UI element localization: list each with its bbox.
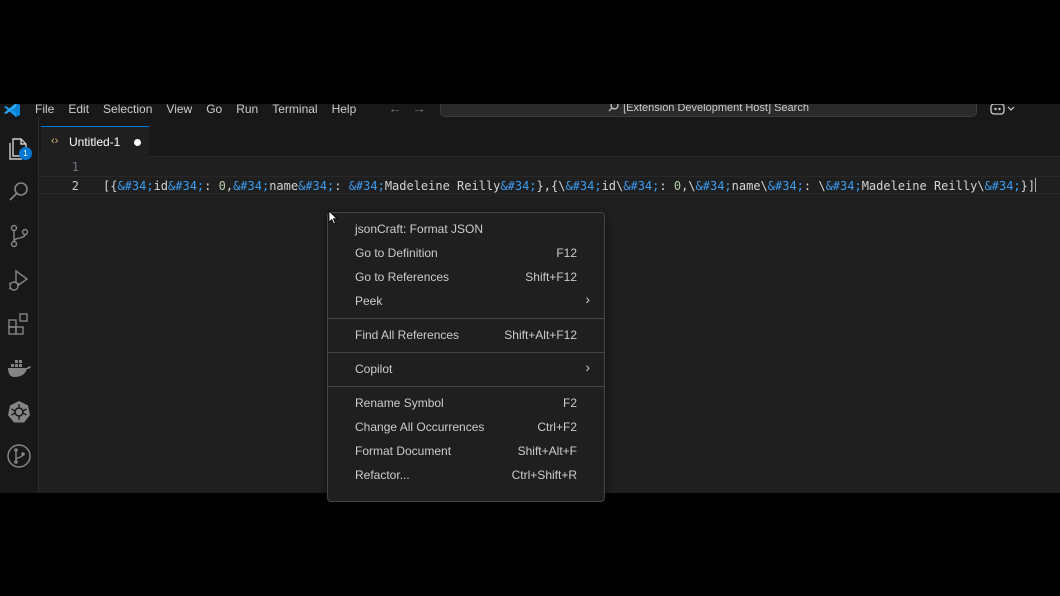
run-debug-icon[interactable] <box>6 267 32 293</box>
menu-item-shortcut: Shift+F12 <box>525 270 577 284</box>
search-label: [Extension Development Host] Search <box>623 104 809 114</box>
tab-untitled-1[interactable]: ‹› Untitled-1 <box>41 126 149 157</box>
json-file-icon: ‹› <box>51 135 59 147</box>
menu-run[interactable]: Run <box>229 104 265 117</box>
menu-item-peek[interactable]: Peek › <box>328 290 604 312</box>
arrow-right-icon[interactable]: → <box>412 104 426 116</box>
menu-item-label: Refactor... <box>355 468 410 482</box>
menu-bar: File Edit Selection View Go Run Terminal… <box>28 104 363 117</box>
menu-item-label: Go to References <box>355 270 450 284</box>
arrow-left-icon[interactable]: ← <box>388 104 402 116</box>
menu-item-label: jsonCraft: Format JSON <box>355 222 484 236</box>
menu-item-label: Rename Symbol <box>355 396 444 410</box>
menu-item-shortcut: Ctrl+Shift+R <box>511 468 577 482</box>
title-bar: File Edit Selection View Go Run Terminal… <box>0 104 1060 117</box>
menu-item-go-to-references[interactable]: Go to References Shift+F12 <box>328 266 604 288</box>
menu-separator <box>328 318 604 319</box>
vscode-logo-icon <box>4 104 20 117</box>
menu-item-shortcut: F12 <box>556 246 577 260</box>
menu-file[interactable]: File <box>28 104 61 117</box>
menu-item-label: Format Document <box>355 444 452 458</box>
menu-item-label: Change All Occurrences <box>355 420 485 434</box>
docker-icon[interactable] <box>6 355 32 381</box>
chevron-right-icon: › <box>585 291 590 307</box>
source-control-icon[interactable] <box>6 223 32 249</box>
menu-item-rename-symbol[interactable]: Rename Symbol F2 <box>328 392 604 414</box>
extensions-icon[interactable] <box>6 311 32 337</box>
menu-view[interactable]: View <box>159 104 199 117</box>
search-icon[interactable] <box>6 179 32 205</box>
code-line-2[interactable]: [{&#34;id&#34;: 0,&#34;name&#34;: &#34;M… <box>103 177 1037 195</box>
menu-item-format-document[interactable]: Format Document Shift+Alt+F <box>328 440 604 462</box>
line-number: 2 <box>71 179 79 193</box>
menu-item-format-json[interactable]: jsonCraft: Format JSON <box>328 218 604 240</box>
copilot-icon[interactable] <box>988 104 1018 116</box>
mouse-pointer-icon <box>328 210 338 225</box>
menu-terminal[interactable]: Terminal <box>265 104 324 117</box>
menu-item-shortcut: Ctrl+F2 <box>537 420 577 434</box>
command-center-search[interactable]: [Extension Development Host] Search <box>440 104 977 117</box>
git-graph-icon[interactable] <box>6 443 32 469</box>
text-cursor <box>1035 178 1037 192</box>
context-menu: jsonCraft: Format JSON Go to Definition F… <box>327 212 605 502</box>
activity-bar: 1 <box>0 117 39 493</box>
menu-go[interactable]: Go <box>199 104 229 117</box>
menu-item-label: Peek <box>355 294 383 308</box>
editor-tabs: ‹› Untitled-1 <box>39 117 1060 157</box>
menu-item-shortcut: Shift+Alt+F <box>517 444 577 458</box>
menu-edit[interactable]: Edit <box>61 104 96 117</box>
unsaved-dot-icon[interactable] <box>134 139 141 146</box>
editor-line-current: 2 [{&#34;id&#34;: 0,&#34;name&#34;: &#34… <box>39 176 1060 194</box>
menu-item-shortcut: Shift+Alt+F12 <box>504 328 577 342</box>
menu-item-label: Find All References <box>355 328 460 342</box>
menu-item-find-all-references[interactable]: Find All References Shift+Alt+F12 <box>328 324 604 346</box>
explorer-badge: 1 <box>19 147 32 160</box>
menu-item-label: Go to Definition <box>355 246 438 260</box>
tab-label: Untitled-1 <box>69 135 121 149</box>
editor-line: 1 <box>39 158 1060 176</box>
menu-item-copilot[interactable]: Copilot › <box>328 358 604 380</box>
menu-item-label: Copilot <box>355 362 393 376</box>
chevron-right-icon: › <box>585 359 590 375</box>
menu-separator <box>328 386 604 387</box>
menu-item-refactor[interactable]: Refactor... Ctrl+Shift+R <box>328 464 604 486</box>
menu-item-go-to-definition[interactable]: Go to Definition F12 <box>328 242 604 264</box>
menu-item-shortcut: F2 <box>562 396 577 410</box>
search-icon <box>608 104 619 112</box>
menu-selection[interactable]: Selection <box>96 104 159 117</box>
kubernetes-icon[interactable] <box>6 399 32 425</box>
line-number: 1 <box>71 160 79 174</box>
menu-help[interactable]: Help <box>325 104 364 117</box>
menu-item-change-all-occurrences[interactable]: Change All Occurrences Ctrl+F2 <box>328 416 604 438</box>
menu-separator <box>328 352 604 353</box>
